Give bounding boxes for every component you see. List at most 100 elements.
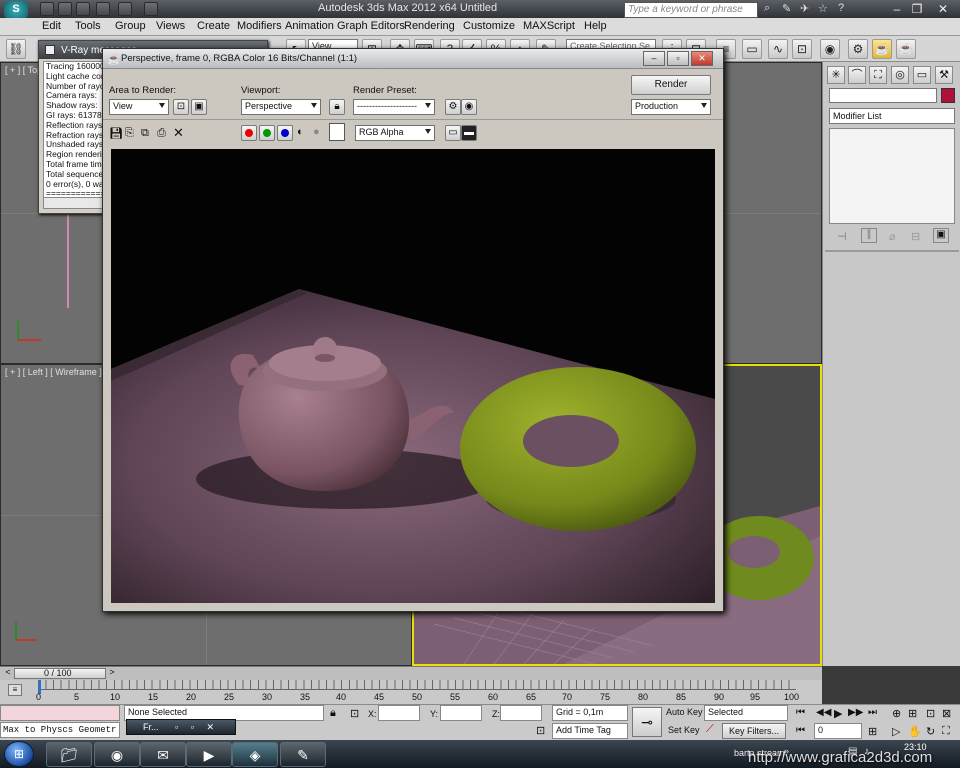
auto-region-selected-icon[interactable]: ▣ [191, 99, 207, 115]
set-key-button[interactable]: Set Key [668, 725, 700, 735]
next-frame-icon[interactable]: ▶▶ [848, 707, 863, 718]
pan-view-icon[interactable]: ✋ [908, 725, 922, 738]
render-setup-icon[interactable]: ⚙ [848, 39, 868, 59]
current-frame-input[interactable]: 0 [814, 723, 862, 739]
motion-tab-icon[interactable]: ◎ [891, 66, 909, 84]
search-icon[interactable]: ⌕ [764, 2, 770, 15]
z-coordinate-input[interactable] [500, 705, 542, 721]
copy-image-icon[interactable]: ⎘ [125, 127, 134, 140]
goto-start-icon[interactable]: ⏮ [796, 707, 805, 718]
render-production-icon[interactable]: ☕ [896, 39, 916, 59]
rendered-frame-window-icon[interactable]: ☕ [872, 39, 892, 59]
toggle-ui-icon[interactable]: ▬ [461, 125, 477, 141]
link-icon[interactable]: ⛓ [6, 39, 26, 59]
menu-help[interactable]: Help [584, 20, 607, 32]
field-of-view-icon[interactable]: ▷ [892, 725, 900, 738]
save-image-icon[interactable]: 💾︎ [109, 127, 123, 140]
render-window-minimize-button[interactable]: – [643, 51, 665, 66]
start-button[interactable]: ⊞ [4, 741, 34, 767]
explorer-taskbar-icon[interactable]: 📁︎ [46, 742, 92, 767]
utilities-tab-icon[interactable]: ⚒ [935, 66, 953, 84]
selection-lock-icon[interactable]: 🔒︎ [330, 707, 336, 720]
media-player-taskbar-icon[interactable]: ▶ [186, 742, 232, 767]
menu-group[interactable]: Group [115, 20, 146, 32]
menu-maxscript[interactable]: MAXScript [523, 20, 575, 32]
time-slider[interactable]: < 0 / 100 > [0, 666, 822, 680]
orbit-icon[interactable]: ↻ [926, 725, 935, 738]
show-end-result-icon[interactable]: ∥ [861, 228, 877, 243]
toggle-ui-overlay-icon[interactable]: ▭ [445, 125, 461, 141]
clear-image-icon[interactable]: ✕ [173, 125, 184, 141]
y-coordinate-input[interactable] [440, 705, 482, 721]
clone-frame-window-icon[interactable]: ⧉ [141, 127, 149, 140]
object-name-input[interactable] [829, 88, 937, 103]
open-file-icon[interactable] [58, 2, 72, 16]
save-file-icon[interactable] [76, 2, 90, 16]
project-folder-icon[interactable] [144, 2, 158, 16]
red-channel-toggle[interactable] [241, 125, 257, 141]
time-tag-icon[interactable]: ⊡ [536, 724, 545, 737]
schematic-view-icon[interactable]: ⊡ [792, 39, 812, 59]
add-time-tag-button[interactable]: Add Time Tag [552, 723, 628, 739]
minimize-button[interactable]: – [888, 1, 906, 17]
taskbar-window-item[interactable]: Fr... ▫ ▫ ✕ [126, 719, 236, 735]
auto-key-button[interactable]: Auto Key [666, 707, 703, 717]
create-tab-icon[interactable]: ✳ [827, 66, 845, 84]
hierarchy-tab-icon[interactable]: ⛶ [869, 66, 887, 84]
3dsmax-taskbar-icon[interactable]: ◈ [232, 742, 278, 767]
illustrator-taskbar-icon[interactable]: ✎ [280, 742, 326, 767]
undo-icon[interactable] [96, 2, 110, 16]
x-coordinate-input[interactable] [378, 705, 420, 721]
render-preset-select[interactable]: -------------------- [353, 99, 435, 115]
time-slider-prev-icon[interactable]: < [2, 667, 14, 680]
display-tab-icon[interactable]: ▭ [913, 66, 931, 84]
swatch-white[interactable] [329, 123, 345, 141]
key-mode-toggle-icon[interactable]: ⏮ [796, 725, 805, 736]
menu-edit[interactable]: Edit [42, 20, 61, 32]
curve-editor-icon[interactable]: ∿ [768, 39, 788, 59]
redo-icon[interactable] [118, 2, 132, 16]
menu-tools[interactable]: Tools [75, 20, 101, 32]
render-button[interactable]: Render [631, 75, 711, 95]
material-editor-icon[interactable]: ◉ [820, 39, 840, 59]
green-channel-toggle[interactable] [259, 125, 275, 141]
edit-region-icon[interactable]: ⊡ [173, 99, 189, 115]
help-icon[interactable]: ? [838, 2, 844, 14]
menu-animation[interactable]: Animation [285, 20, 334, 32]
menu-modifiers[interactable]: Modifiers [237, 20, 282, 32]
track-bar[interactable]: ≡ 0 5 10 15 20 25 30 35 40 45 50 55 60 6… [0, 680, 822, 704]
monochrome-icon[interactable]: ● [313, 126, 320, 138]
time-slider-next-icon[interactable]: > [106, 667, 118, 680]
maximize-viewport-icon[interactable]: ⛶ [942, 725, 950, 738]
viewport-select[interactable]: Perspective [241, 99, 321, 115]
maxscript-listener-output[interactable]: Max to Physcs Geometr [0, 722, 120, 738]
menu-graph-editors[interactable]: Graph Editors [337, 20, 405, 32]
taskbar-window-restore-icon[interactable]: ▫ [175, 722, 178, 732]
taskbar-window-close-icon[interactable]: ✕ [206, 722, 214, 732]
make-unique-icon[interactable]: ⌀ [889, 230, 896, 243]
time-configuration-icon[interactable]: ⊞ [868, 725, 877, 738]
zoom-icon[interactable]: ⊕ [892, 707, 901, 720]
new-file-icon[interactable] [40, 2, 54, 16]
menu-create[interactable]: Create [197, 20, 230, 32]
render-window-maximize-button[interactable]: ▫ [667, 51, 689, 66]
vray-horizontal-scrollbar[interactable] [43, 197, 105, 209]
zoom-extents-all-icon[interactable]: ⊠ [942, 707, 951, 720]
viewport-label-left[interactable]: [ + ] [ Left ] [ Wireframe ] [5, 367, 102, 377]
configure-modifier-sets-icon[interactable]: ▣ [933, 228, 949, 243]
subscription-icon[interactable]: ✎ [782, 2, 791, 15]
previous-frame-icon[interactable]: ◀◀ [816, 707, 831, 718]
graphite-tools-icon[interactable]: ▭ [742, 39, 762, 59]
modifier-stack-list[interactable] [829, 128, 955, 224]
render-setup-icon[interactable]: ⚙ [445, 99, 461, 115]
key-filters-button[interactable]: Key Filters... [722, 723, 786, 739]
maxscript-mini-listener[interactable] [0, 705, 120, 721]
goto-end-icon[interactable]: ⏭ [868, 707, 877, 718]
rendered-frame-window[interactable]: ☕ Perspective, frame 0, RGBA Color 16 Bi… [102, 48, 724, 612]
blue-channel-toggle[interactable] [277, 125, 293, 141]
close-button[interactable]: ✕ [934, 1, 952, 17]
taskbar-window-max-icon[interactable]: ▫ [191, 722, 194, 732]
set-key-mode-icon[interactable]: ⊸ [632, 707, 662, 737]
communication-center-icon[interactable]: ✈ [800, 2, 809, 15]
favorites-icon[interactable]: ☆ [818, 2, 828, 15]
